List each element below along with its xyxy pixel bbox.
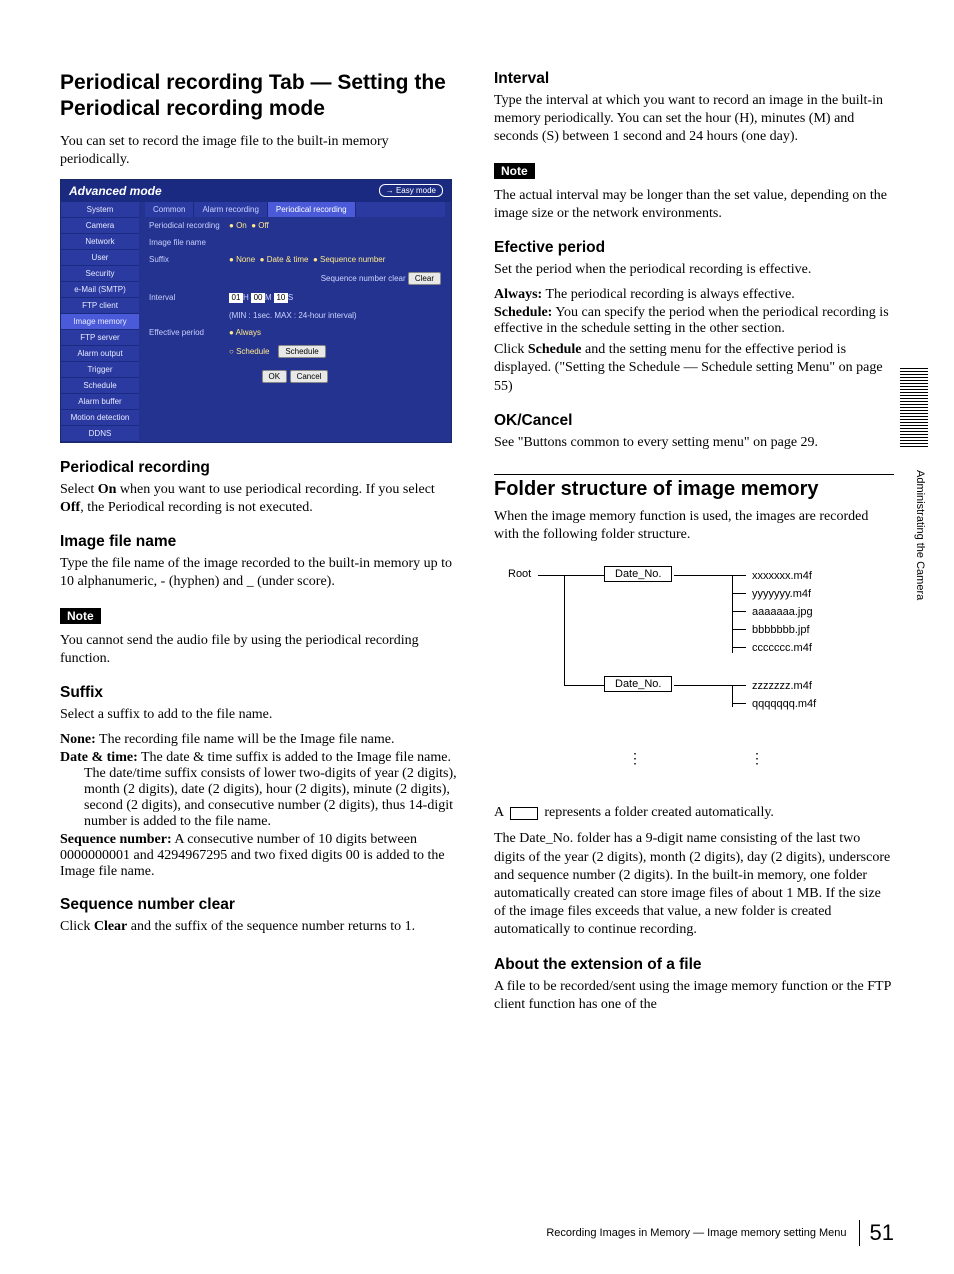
margin-accent — [900, 368, 928, 448]
diagram-file: xxxxxxx.m4f — [752, 570, 812, 582]
p-note-audio: You cannot send the audio file by using … — [60, 632, 460, 668]
mock-seq-clear-label: Sequence number clear — [321, 274, 406, 283]
def-always: Always: The periodical recording is alwa… — [494, 287, 894, 303]
mock-tab[interactable]: Alarm recording — [194, 202, 267, 217]
mock-tab[interactable]: Periodical recording — [268, 202, 356, 217]
radio-suffix-seq[interactable]: ● Sequence number — [313, 255, 385, 264]
p-symbol: A represents a folder created automatica… — [494, 804, 894, 822]
sidebar-item[interactable]: e-Mail (SMTP) — [61, 282, 139, 298]
p-extension: A file to be recorded/sent using the ima… — [494, 978, 894, 1014]
sidebar-item[interactable]: Schedule — [61, 378, 139, 394]
radio-on[interactable]: ● On — [229, 221, 247, 230]
p-folder-structure: When the image memory function is used, … — [494, 508, 894, 544]
p-folder-desc: The Date_No. folder has a 9-digit name c… — [494, 830, 894, 939]
sidebar-item[interactable]: Motion detection — [61, 410, 139, 426]
interval-m-input[interactable]: 00 — [251, 293, 265, 303]
folder-symbol-icon — [510, 807, 538, 820]
footer-breadcrumb: Recording Images in Memory — Image memor… — [546, 1227, 846, 1239]
diagram-file: aaaaaaa.jpg — [752, 606, 813, 618]
easy-mode-button[interactable]: → Easy mode — [379, 184, 443, 197]
diagram-file: yyyyyyy.m4f — [752, 588, 811, 600]
def-none: None: The recording file name will be th… — [60, 732, 460, 748]
note-badge-2: Note — [494, 163, 535, 179]
sidebar-item[interactable]: System — [61, 202, 139, 218]
h-effective: Efective period — [494, 239, 894, 257]
h-interval: Interval — [494, 70, 894, 88]
page-title: Periodical recording Tab — Setting the P… — [60, 70, 460, 123]
mock-interval-label: Interval — [149, 293, 229, 302]
h-okcancel: OK/Cancel — [494, 412, 894, 430]
mock-image-file-label: Image file name — [149, 238, 229, 247]
mock-tab[interactable]: Common — [145, 202, 194, 217]
margin-section-label: Administrating the Camera — [914, 470, 926, 600]
p-seq-clear: Click Clear and the suffix of the sequen… — [60, 918, 460, 936]
sidebar-item[interactable]: DDNS — [61, 426, 139, 442]
radio-off[interactable]: ● Off — [251, 221, 269, 230]
p-suffix: Select a suffix to add to the file name. — [60, 706, 460, 724]
h-extension: About the extension of a file — [494, 956, 894, 974]
sidebar-item[interactable]: Alarm buffer — [61, 394, 139, 410]
clear-button[interactable]: Clear — [408, 272, 441, 285]
p-effective: Set the period when the periodical recor… — [494, 261, 894, 279]
intro-text: You can set to record the image file to … — [60, 133, 460, 169]
diagram-ellipsis-icon: ⋮ — [750, 750, 766, 767]
interval-hint: (MIN : 1sec. MAX : 24-hour interval) — [229, 311, 357, 320]
mock-periodical-label: Periodical recording — [149, 221, 229, 230]
ok-button[interactable]: OK — [262, 370, 288, 383]
diagram-root: Root — [508, 568, 531, 580]
sidebar-item[interactable]: Alarm output — [61, 346, 139, 362]
diagram-file: zzzzzzz.m4f — [752, 680, 812, 692]
p-periodical: Select On when you want to use periodica… — [60, 481, 460, 517]
sidebar-item[interactable]: User — [61, 250, 139, 266]
diagram-date-box-2: Date_No. — [604, 676, 672, 692]
p-okcancel: See "Buttons common to every setting men… — [494, 434, 894, 452]
sidebar-item[interactable]: Security — [61, 266, 139, 282]
sidebar-item[interactable]: Camera — [61, 218, 139, 234]
radio-always[interactable]: ● Always — [229, 328, 261, 337]
sidebar-item[interactable]: Trigger — [61, 362, 139, 378]
h-folder-structure: Folder structure of image memory — [494, 474, 894, 502]
h-image-file-name: Image file name — [60, 533, 460, 551]
def-schedule: Schedule: You can specify the period whe… — [494, 305, 894, 337]
p-image-file-name: Type the file name of the image recorded… — [60, 555, 460, 591]
h-seq-clear: Sequence number clear — [60, 896, 460, 914]
schedule-button[interactable]: Schedule — [278, 345, 325, 358]
cancel-button[interactable]: Cancel — [290, 370, 329, 383]
note-badge: Note — [60, 608, 101, 624]
p-click-schedule: Click Schedule and the setting menu for … — [494, 341, 894, 396]
sidebar-item[interactable]: Image memory — [61, 314, 139, 330]
diagram-file: qqqqqqq.m4f — [752, 698, 816, 710]
diagram-date-box-1: Date_No. — [604, 566, 672, 582]
diagram-ellipsis-icon: ⋮ — [628, 750, 644, 767]
mock-suffix-label: Suffix — [149, 255, 229, 264]
sidebar-item[interactable]: FTP server — [61, 330, 139, 346]
diagram-file: bbbbbbb.jpf — [752, 624, 810, 636]
sidebar-item[interactable]: Network — [61, 234, 139, 250]
settings-screenshot: Advanced mode → Easy mode SystemCameraNe… — [60, 179, 452, 443]
radio-suffix-none[interactable]: ● None — [229, 255, 255, 264]
page-number: 51 — [859, 1220, 894, 1246]
p-interval: Type the interval at which you want to r… — [494, 92, 894, 147]
diagram-file: ccccccc.m4f — [752, 642, 812, 654]
interval-s-input[interactable]: 10 — [274, 293, 288, 303]
radio-suffix-date[interactable]: ● Date & time — [260, 255, 309, 264]
mock-title: Advanced mode — [69, 184, 162, 198]
p-note-interval: The actual interval may be longer than t… — [494, 187, 894, 223]
h-suffix: Suffix — [60, 684, 460, 702]
def-seq: Sequence number: A consecutive number of… — [60, 832, 460, 880]
def-date: Date & time: The date & time suffix is a… — [60, 750, 460, 830]
h-periodical: Periodical recording — [60, 459, 460, 477]
sidebar-item[interactable]: FTP client — [61, 298, 139, 314]
folder-structure-diagram: Root Date_No. xxxxxxx.m4f yyyyyyy.m4f aaaa… — [494, 560, 894, 790]
interval-h-input[interactable]: 01 — [229, 293, 243, 303]
radio-schedule[interactable]: ○ Schedule — [229, 347, 269, 356]
mock-effective-label: Effective period — [149, 328, 229, 337]
